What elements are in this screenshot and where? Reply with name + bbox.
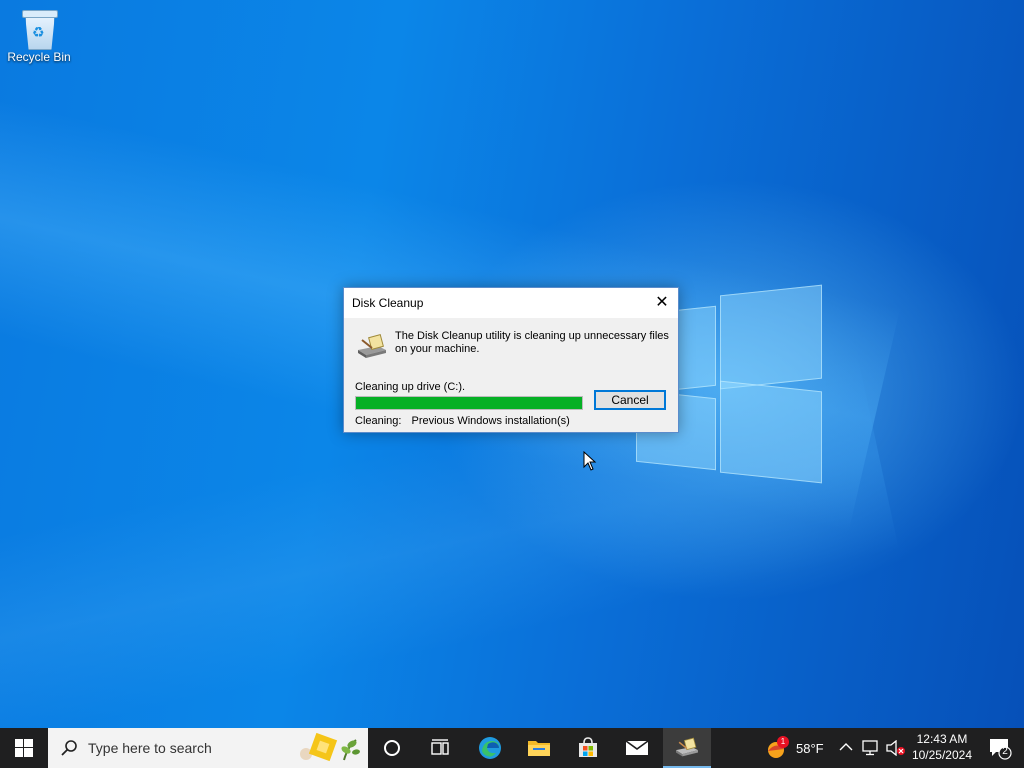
edge-button[interactable] [466,728,514,768]
recycle-bin-shortcut[interactable]: ♻ Recycle Bin [6,6,72,64]
drive-status: Cleaning up drive (C:). [355,381,466,393]
desktop: ♻ Recycle Bin Disk Cleanup ✕ The Disk Cl… [0,0,1024,728]
cortana-button[interactable] [368,728,416,768]
dialog-titlebar[interactable]: Disk Cleanup ✕ [344,288,678,318]
action-center-button[interactable]: 2 [988,736,1016,760]
clock-date: 10/25/2024 [911,748,972,762]
search-highlight-illustration [300,732,360,762]
cortana-icon [384,740,400,756]
cleaning-value: Previous Windows installation(s) [411,415,570,427]
weather-widget[interactable]: 1 58°F [760,728,830,768]
mouse-cursor-icon [583,451,597,471]
mail-button[interactable] [613,728,661,768]
cleanup-progress-bar [355,396,583,410]
dialog-message: The Disk Cleanup utility is cleaning up … [395,330,669,355]
close-icon[interactable]: ✕ [646,288,678,318]
cleaning-label: Cleaning: [355,415,402,427]
clock-time: 12:43 AM [916,732,968,746]
recycle-bin-label: Recycle Bin [7,50,71,64]
recycle-bin-icon: ♻ [22,8,58,50]
search-placeholder: Type here to search [88,740,212,756]
progress-fill [356,397,582,409]
task-view-button[interactable] [416,728,464,768]
start-button[interactable] [0,728,48,768]
mail-icon [625,740,649,755]
taskbar: Type here to search 1 58°F 12:43 AM 10/2… [0,728,1024,768]
disk-cleanup-taskbar-button[interactable] [663,728,711,768]
edge-icon [479,737,501,759]
task-view-icon [431,739,449,755]
file-explorer-button[interactable] [515,728,563,768]
notification-count: 2 [1002,746,1008,757]
disk-cleanup-icon [676,737,698,757]
weather-temp: 58°F [796,741,824,756]
file-explorer-icon [528,741,550,756]
chevron-up-icon [839,743,853,751]
volume-button[interactable] [884,728,906,768]
volume-muted-icon [886,740,905,756]
store-icon [579,737,597,757]
taskbar-clock[interactable]: 12:43 AM 10/25/2024 [912,731,972,763]
taskbar-search-box[interactable]: Type here to search [48,728,368,768]
disk-cleanup-icon [358,334,386,358]
windows-start-icon [15,739,33,757]
cleaning-status: Cleaning: Previous Windows installation(s… [355,415,570,427]
search-icon [61,740,77,756]
disk-cleanup-dialog: Disk Cleanup ✕ The Disk Cleanup utility … [343,287,679,433]
network-button[interactable] [860,728,880,768]
cancel-button[interactable]: Cancel [594,390,666,410]
show-hidden-icons-button[interactable] [838,728,854,768]
weather-badge: 1 [777,736,789,748]
microsoft-store-button[interactable] [564,728,612,768]
dialog-title: Disk Cleanup [352,296,424,310]
network-icon [862,740,878,756]
